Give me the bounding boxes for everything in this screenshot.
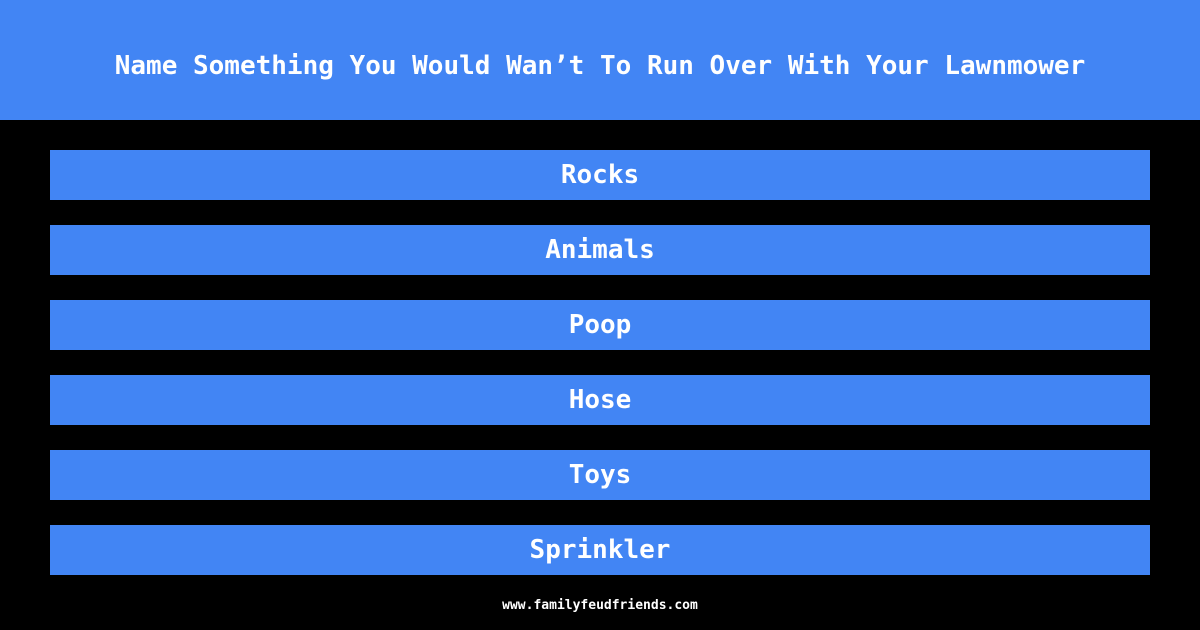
question-header: Name Something You Would Wan’t To Run Ov… <box>0 0 1200 120</box>
answer-text: Poop <box>568 310 632 340</box>
answer-text: Toys <box>568 460 632 490</box>
answer-bar: Sprinkler <box>50 525 1150 575</box>
answer-bar: Poop <box>50 300 1150 350</box>
answer-bar: Animals <box>50 225 1150 275</box>
answer-text: Rocks <box>560 160 640 190</box>
answer-text: Animals <box>545 235 655 265</box>
answer-bar: Toys <box>50 450 1150 500</box>
question-title: Name Something You Would Wan’t To Run Ov… <box>114 51 1086 81</box>
answer-bar: Rocks <box>50 150 1150 200</box>
answer-text: Sprinkler <box>529 535 671 565</box>
site-url: www.familyfeudfriends.com <box>502 598 698 613</box>
answer-bar: Hose <box>50 375 1150 425</box>
answer-text: Hose <box>568 385 632 415</box>
answer-list: Rocks Animals Poop Hose Toys Sprinkler <box>50 150 1150 600</box>
